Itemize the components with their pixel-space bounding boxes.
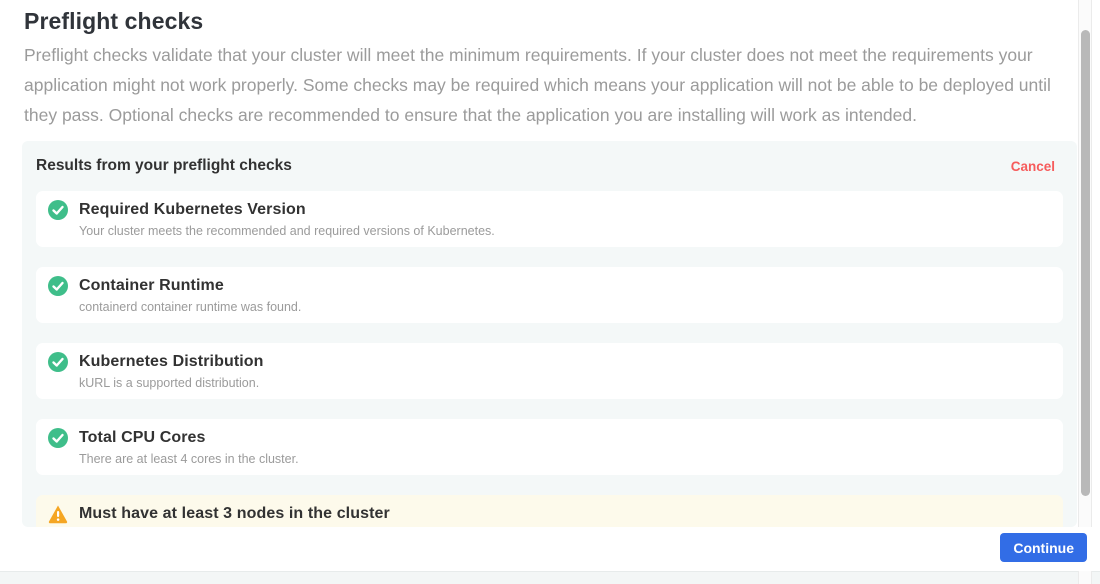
check-title: Kubernetes Distribution [79,353,264,371]
check-title: Must have at least 3 nodes in the cluste… [79,505,390,523]
check-title-row: Must have at least 3 nodes in the cluste… [48,504,1049,524]
check-title-row: Total CPU Cores [48,428,1049,448]
check-circle-icon [48,276,68,296]
page-description: Preflight checks validate that your clus… [24,40,1066,130]
check-title-row: Kubernetes Distribution [48,352,1049,372]
vertical-scrollbar-thumb[interactable] [1081,30,1090,496]
check-message: containerd container runtime was found. [79,300,1049,315]
check-circle-icon [48,352,68,372]
check-title: Required Kubernetes Version [79,201,306,219]
check-title-row: Container Runtime [48,276,1049,296]
preflight-check-row: Container Runtime containerd container r… [36,267,1063,323]
check-message: There are at least 4 cores in the cluste… [79,452,1049,467]
preflight-check-row: Total CPU Cores There are at least 4 cor… [36,419,1063,475]
check-message: Your cluster meets the recommended and r… [79,224,1049,239]
vertical-scrollbar-track[interactable] [1078,0,1092,584]
preflight-check-row-warning: Must have at least 3 nodes in the cluste… [36,495,1063,527]
preflight-check-row: Required Kubernetes Version Your cluster… [36,191,1063,247]
preflight-check-row: Kubernetes Distribution kURL is a suppor… [36,343,1063,399]
warning-triangle-icon [48,504,68,524]
preflight-checks-page: Preflight checks Preflight checks valida… [0,0,1100,584]
page-bottom-strip [0,571,1100,584]
page-title: Preflight checks [24,8,203,35]
continue-button[interactable]: Continue [1000,533,1087,562]
footer-bar: Continue [0,527,1100,571]
check-title: Total CPU Cores [79,429,206,447]
panel-header: Results from your preflight checks Cance… [36,157,1063,175]
check-circle-icon [48,200,68,220]
cancel-link[interactable]: Cancel [1011,159,1055,174]
check-title: Container Runtime [79,277,224,295]
preflight-results-panel: Results from your preflight checks Cance… [22,141,1077,527]
panel-title: Results from your preflight checks [36,157,292,175]
check-message: kURL is a supported distribution. [79,376,1049,391]
check-title-row: Required Kubernetes Version [48,200,1049,220]
check-circle-icon [48,428,68,448]
